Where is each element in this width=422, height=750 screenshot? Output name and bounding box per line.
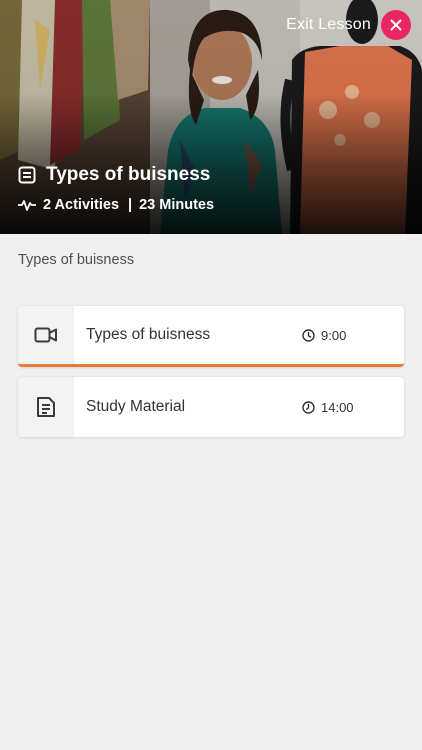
activity-duration: 14:00: [302, 400, 404, 415]
exit-lesson-button[interactable]: [381, 10, 411, 40]
lesson-title: Types of buisness: [46, 164, 211, 185]
meta-separator: |: [128, 197, 133, 213]
section-title: Types of buisness: [18, 252, 135, 268]
clock-icon: [302, 400, 315, 414]
activity-card-study-material[interactable]: Study Material 14:00: [18, 377, 404, 437]
activity-duration: 9:00: [302, 328, 404, 343]
activity-icon-box: [18, 377, 74, 437]
lesson-title-row: Types of buisness: [18, 164, 210, 186]
activity-title: Types of buisness: [86, 326, 211, 343]
clock-icon: [302, 328, 315, 342]
activity-duration-value: 14:00: [321, 399, 354, 415]
activity-pulse-icon: [18, 200, 36, 211]
exit-lesson-label[interactable]: Exit Lesson: [286, 16, 371, 34]
lesson-list-icon: [18, 166, 36, 184]
activity-title: Study Material: [86, 398, 186, 415]
activity-card-types-of-business[interactable]: Types of buisness 9:00: [18, 306, 404, 367]
video-camera-icon: [34, 327, 57, 343]
activity-duration-value: 9:00: [321, 327, 347, 343]
document-icon: [37, 397, 55, 417]
lesson-hero: Exit Lesson Types of buisness 2 Activiti…: [0, 0, 422, 234]
lesson-duration: 23 Minutes: [139, 197, 215, 213]
lesson-page: Exit Lesson Types of buisness 2 Activiti…: [0, 0, 422, 750]
activities-count: 2 Activities: [43, 197, 120, 213]
lesson-meta: 2 Activities | 23 Minutes: [18, 197, 214, 213]
activity-icon-box: [18, 306, 74, 364]
exit-lesson-control: Exit Lesson: [286, 10, 411, 40]
close-icon: [390, 19, 402, 31]
